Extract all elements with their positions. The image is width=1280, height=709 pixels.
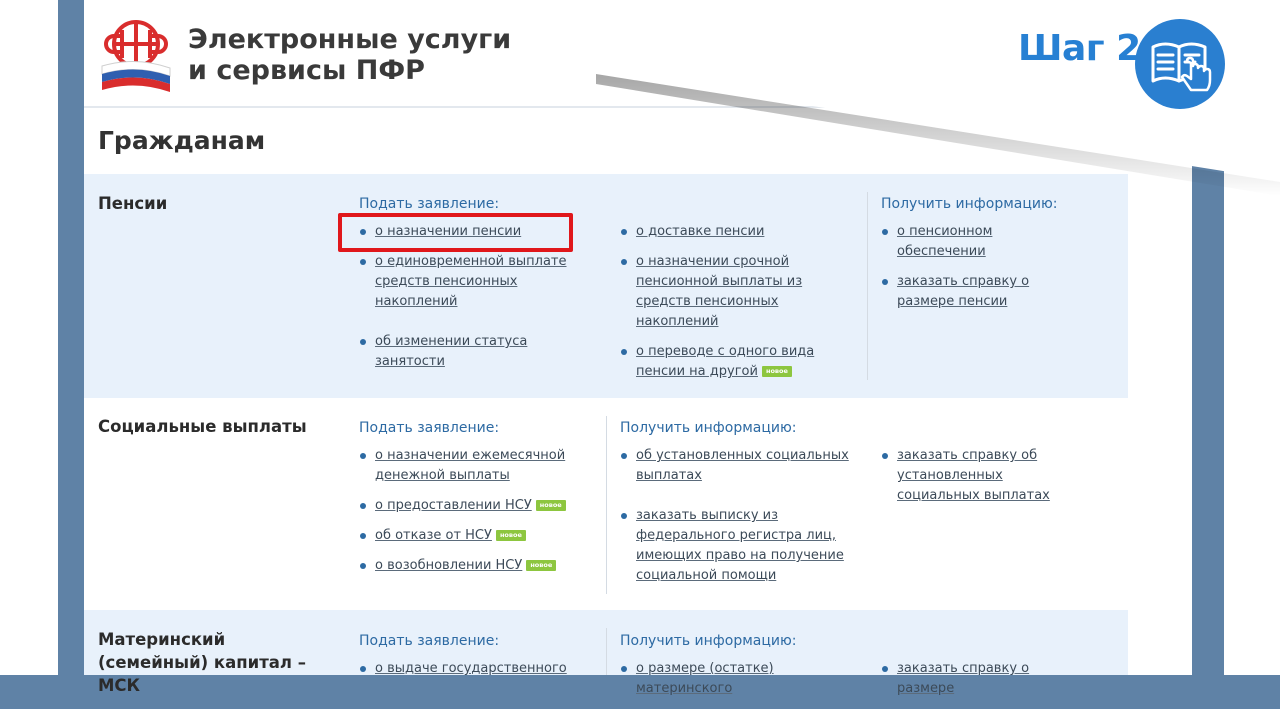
list-item: об изменении статуса занятости <box>359 332 591 372</box>
column-heading: Получить информацию: <box>881 196 1058 212</box>
link-social-payments-certificate[interactable]: заказать справку об установленных социал… <box>897 448 1050 503</box>
page-title: Гражданам <box>98 126 266 155</box>
site-content: Электронные услуги и сервисы ПФР Граждан… <box>84 0 1192 696</box>
column-heading: Подать заявление: <box>359 633 500 649</box>
list-item: о единовременной выплате средств пенсион… <box>359 252 591 312</box>
book-hand-icon <box>1135 19 1225 109</box>
pfr-logo-icon[interactable] <box>98 16 174 98</box>
link-federal-register-extract[interactable]: заказать выписку из федерального регистр… <box>636 508 844 583</box>
section-title: Пенсии <box>98 194 168 213</box>
page-edge-left <box>0 0 58 675</box>
column-heading: Получить информацию: <box>620 420 797 436</box>
link-monthly-cash-payment[interactable]: о назначении ежемесячной денежной выплат… <box>375 448 565 483</box>
column-divider <box>867 192 868 380</box>
link-nsu-resumption[interactable]: о возобновлении НСУ <box>375 558 522 573</box>
list-item: заказать выписку из федерального регистр… <box>620 506 852 586</box>
pensions-info-column: Получить информацию: о пенсионном обеспе… <box>881 195 1081 322</box>
new-badge: новое <box>761 366 792 377</box>
list-item: о пенсионном обеспечении <box>881 222 1081 262</box>
link-capital-balance[interactable]: о размере (остатке) материнского <box>636 661 774 696</box>
step-label: Шаг 2 <box>1018 28 1141 69</box>
list-item: о размере (остатке) материнского <box>620 659 852 699</box>
list-item: о переводе с одного вида пенсии на друго… <box>620 342 852 382</box>
link-nsu-refusal[interactable]: об отказе от НСУ <box>375 528 492 543</box>
list-item: о возобновлении НСУ новое <box>359 556 591 576</box>
new-badge: новое <box>495 530 526 541</box>
list-item: заказать справку о размере пенсии <box>881 272 1081 312</box>
list-item: о назначении срочной пенсионной выплаты … <box>620 252 852 332</box>
column-heading: Получить информацию: <box>620 633 797 649</box>
section-pensions: Пенсии Подать заявление: о назначении пе… <box>84 174 1128 398</box>
link-urgent-pension-payment[interactable]: о назначении срочной пенсионной выплаты … <box>636 254 802 329</box>
social-apply-column: Подать заявление: о назначении ежемесячн… <box>359 419 591 586</box>
list-item: о доставке пенсии <box>620 222 852 242</box>
link-established-social-payments[interactable]: об установленных социальных выплатах <box>636 448 849 483</box>
link-employment-status[interactable]: об изменении статуса занятости <box>375 334 527 369</box>
link-lump-sum-payment[interactable]: о единовременной выплате средств пенсион… <box>375 254 567 309</box>
pensions-apply-column-2: о доставке пенсии о назначении срочной п… <box>620 222 852 392</box>
section-maternity-capital: Материнский (семейный) капитал – МСК Под… <box>84 610 1128 696</box>
site-title-line2: и сервисы ПФР <box>188 55 425 86</box>
site-title-line1: Электронные услуги <box>188 24 512 55</box>
section-title: Материнский (семейный) капитал – МСК <box>98 630 306 695</box>
section-social-payments: Социальные выплаты Подать заявление: о н… <box>84 398 1128 610</box>
page-edge-right <box>1224 0 1280 675</box>
new-badge: новое <box>526 560 557 571</box>
list-item: заказать справку о размере <box>881 659 1081 699</box>
list-item: об установленных социальных выплатах <box>620 446 852 486</box>
column-divider <box>606 416 607 594</box>
list-item: о выдаче государственного <box>359 659 591 679</box>
link-pension-provision-info[interactable]: о пенсионном обеспечении <box>897 224 992 259</box>
list-item: об отказе от НСУ новое <box>359 526 591 546</box>
social-info-column-2: заказать справку об установленных социал… <box>881 446 1081 516</box>
maternity-info-column: Получить информацию: о размере (остатке)… <box>620 632 852 709</box>
link-capital-amount-certificate[interactable]: заказать справку о размере <box>897 661 1029 696</box>
link-nsu-provision[interactable]: о предоставлении НСУ <box>375 498 532 513</box>
link-pension-delivery[interactable]: о доставке пенсии <box>636 224 764 239</box>
maternity-apply-column: Подать заявление: о выдаче государственн… <box>359 632 591 689</box>
link-state-certificate[interactable]: о выдаче государственного <box>375 661 567 676</box>
highlight-frame <box>338 213 573 252</box>
link-pension-amount-certificate[interactable]: заказать справку о размере пенсии <box>897 274 1029 309</box>
section-title: Социальные выплаты <box>98 417 307 436</box>
list-item: заказать справку об установленных социал… <box>881 446 1081 506</box>
column-heading: Подать заявление: <box>359 196 500 212</box>
column-heading: Подать заявление: <box>359 420 500 436</box>
column-divider <box>606 628 607 675</box>
new-badge: новое <box>535 500 566 511</box>
site-title: Электронные услуги и сервисы ПФР <box>188 24 588 86</box>
social-info-column: Получить информацию: об установленных со… <box>620 419 852 596</box>
maternity-info-column-2: заказать справку о размере <box>881 659 1081 709</box>
list-item: о назначении ежемесячной денежной выплат… <box>359 446 591 486</box>
list-item: о предоставлении НСУ новое <box>359 496 591 516</box>
